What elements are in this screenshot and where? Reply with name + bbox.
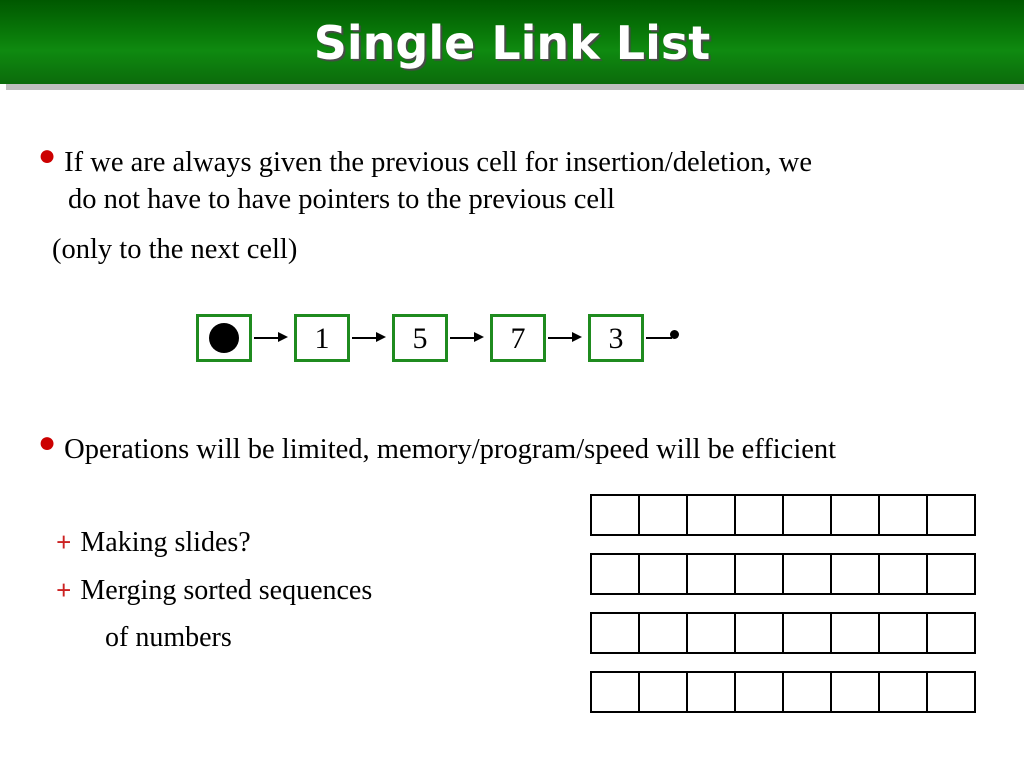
linked-list-node-2: 5 xyxy=(392,314,448,362)
bullet-dot-icon: ● xyxy=(38,139,57,172)
grid-cell xyxy=(830,553,880,595)
sub-bullet-item-1: + Making slides? xyxy=(56,526,251,560)
bullet-item-2: ● Operations will be limited, memory/pro… xyxy=(38,426,998,471)
bullet-dot-icon-2: ● xyxy=(38,426,57,459)
linked-list-head-cell xyxy=(196,314,252,362)
linked-list-node-4: 3 xyxy=(588,314,644,362)
arrow-right-icon-2 xyxy=(352,332,388,342)
grid-cell xyxy=(590,612,640,654)
grid-cell xyxy=(926,612,976,654)
slide-body: ● If we are always given the previous ce… xyxy=(0,84,1024,768)
grid-cell xyxy=(734,553,784,595)
sub-bullet-2-continuation: of numbers xyxy=(105,622,232,653)
bullet-item-1: ● If we are always given the previous ce… xyxy=(38,139,988,184)
grid-row xyxy=(590,553,976,595)
grid-cell xyxy=(926,671,976,713)
dot-terminator-icon xyxy=(670,330,679,339)
grid-cell xyxy=(734,494,784,536)
grid-cell xyxy=(878,612,928,654)
grid-cell xyxy=(878,553,928,595)
grid-cell xyxy=(686,494,736,536)
grid-cell xyxy=(782,494,832,536)
grid-cell xyxy=(830,494,880,536)
plus-icon-2: + xyxy=(56,575,72,605)
sub-bullet-item-2: + Merging sorted sequences xyxy=(56,574,372,608)
grid-cell xyxy=(878,494,928,536)
grid-cell xyxy=(782,671,832,713)
grid-cell xyxy=(638,612,688,654)
linked-list-node-1: 1 xyxy=(294,314,350,362)
grid-cell xyxy=(926,553,976,595)
page-title: Single Link List xyxy=(313,16,711,70)
arrow-right-icon-1 xyxy=(254,332,290,342)
grid-cell xyxy=(782,553,832,595)
grid-cell xyxy=(590,671,640,713)
slide-title-bar: Single Link List xyxy=(0,0,1024,84)
grid-row xyxy=(590,612,976,654)
grid-cell xyxy=(638,553,688,595)
grid-cell xyxy=(734,671,784,713)
sequence-grid-group xyxy=(590,494,976,730)
grid-cell xyxy=(926,494,976,536)
bullet-2-text: Operations will be limited, memory/progr… xyxy=(64,434,837,465)
filled-circle-icon xyxy=(209,323,239,353)
grid-cell xyxy=(686,553,736,595)
arrow-right-icon-4 xyxy=(548,332,584,342)
bullet-1-line-3: (only to the next cell) xyxy=(52,234,298,265)
grid-cell xyxy=(686,671,736,713)
grid-cell xyxy=(830,612,880,654)
grid-cell xyxy=(590,553,640,595)
grid-cell xyxy=(638,494,688,536)
grid-cell xyxy=(638,671,688,713)
grid-cell xyxy=(734,612,784,654)
bullet-1-line-1: If we are always given the previous cell… xyxy=(64,147,812,178)
grid-cell xyxy=(878,671,928,713)
grid-row xyxy=(590,671,976,713)
plus-icon-1: + xyxy=(56,527,72,557)
sub-bullet-1-label: Making slides? xyxy=(80,527,251,558)
arrow-right-icon-3 xyxy=(450,332,486,342)
grid-cell xyxy=(830,671,880,713)
sub-bullet-2-label: Merging sorted sequences xyxy=(80,575,373,606)
grid-cell xyxy=(782,612,832,654)
grid-cell xyxy=(686,612,736,654)
grid-cell xyxy=(590,494,640,536)
grid-row xyxy=(590,494,976,536)
bullet-1-line-2: do not have to have pointers to the prev… xyxy=(68,184,615,215)
linked-list-node-3: 7 xyxy=(490,314,546,362)
